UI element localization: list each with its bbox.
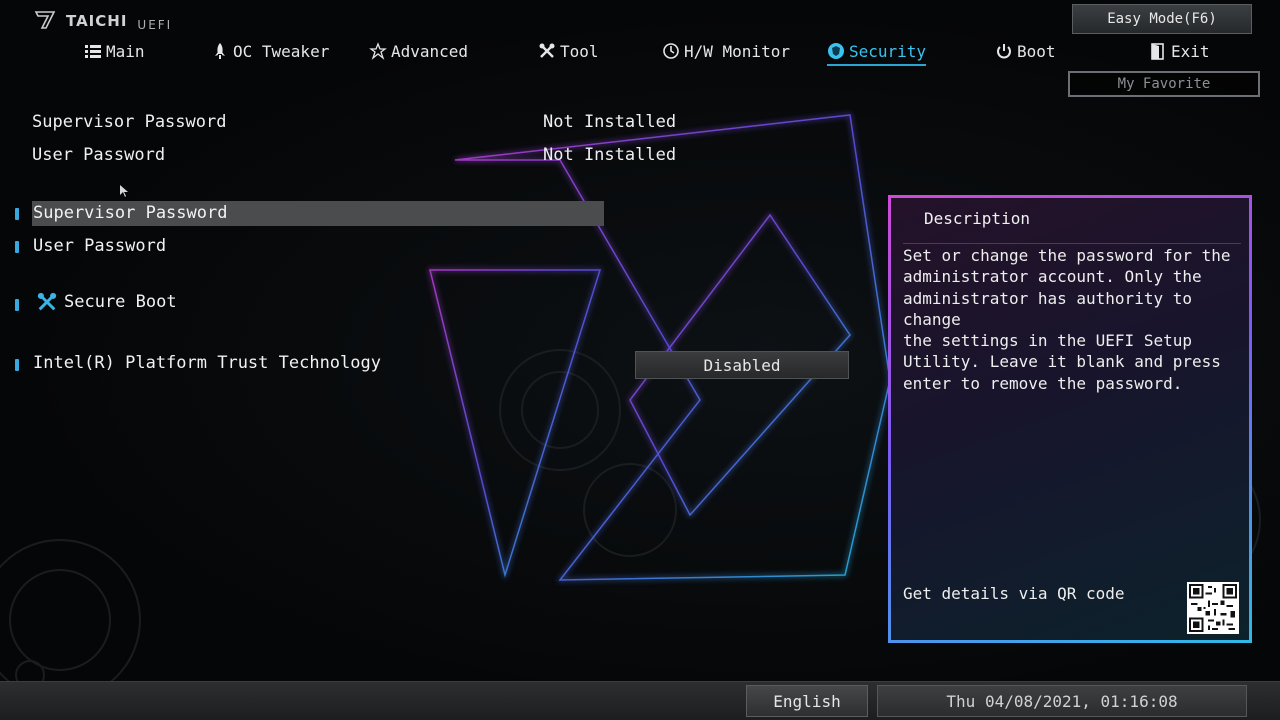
logo-subtext: UEFI xyxy=(137,18,173,32)
tab-advanced[interactable]: Advanced xyxy=(369,38,468,64)
user-password-status-value: Not Installed xyxy=(543,145,677,165)
supervisor-password-status-value: Not Installed xyxy=(543,112,677,132)
supervisor-password-item[interactable]: Supervisor Password xyxy=(33,203,227,223)
tab-hw-monitor[interactable]: H/W Monitor xyxy=(662,38,790,64)
tools-icon xyxy=(539,43,555,58)
easy-mode-button[interactable]: Easy Mode(F6) xyxy=(1072,4,1252,34)
supervisor-password-item-label: Supervisor Password xyxy=(33,203,228,223)
tab-boot-label: Boot xyxy=(1017,41,1056,61)
language-button[interactable]: English xyxy=(746,685,868,717)
power-icon xyxy=(997,44,1011,59)
item-bullet xyxy=(15,299,19,311)
datetime-display: Thu 04/08/2021, 01:16:08 xyxy=(877,685,1247,717)
logo-text: TAICHI xyxy=(66,12,128,30)
intel-ptt-item-label: Intel(R) Platform Trust Technology xyxy=(33,353,381,373)
tab-exit-label: Exit xyxy=(1171,41,1210,61)
secure-boot-item[interactable]: Secure Boot xyxy=(36,291,177,313)
tab-exit[interactable]: Exit xyxy=(1149,38,1210,64)
description-panel: Description Set or change the password f… xyxy=(888,195,1252,643)
description-text: Set or change the password for the admin… xyxy=(903,246,1231,393)
door-icon xyxy=(1151,43,1164,60)
qr-code-icon xyxy=(1187,582,1239,634)
user-password-item-label: User Password xyxy=(33,236,167,256)
tab-security-label: Security xyxy=(849,41,927,61)
qr-code-label: Get details via QR code xyxy=(903,584,1125,603)
description-title: Description xyxy=(924,209,1030,228)
my-favorite-button[interactable]: My Favorite xyxy=(1068,71,1260,97)
list-icon xyxy=(85,45,101,58)
intel-ptt-value-select[interactable]: Disabled xyxy=(635,351,849,379)
tab-boot[interactable]: Boot xyxy=(995,38,1056,64)
taichi-logo-icon xyxy=(34,11,56,29)
bios-screen: TAICHI UEFI Easy Mode(F6) My Favorite Ma… xyxy=(0,0,1280,720)
tab-main[interactable]: Main xyxy=(84,38,145,64)
item-bullet xyxy=(15,241,19,253)
tab-tool-label: Tool xyxy=(560,41,599,61)
item-bullet xyxy=(15,208,19,220)
description-divider xyxy=(903,243,1241,244)
star-icon xyxy=(369,42,387,60)
monitor-icon xyxy=(663,43,679,59)
secure-boot-item-label: Secure Boot xyxy=(64,292,177,312)
tab-oc-tweaker-label: OC Tweaker xyxy=(233,41,330,61)
tab-security[interactable]: Security xyxy=(827,38,927,66)
mouse-cursor-icon xyxy=(120,185,128,197)
supervisor-password-status-label: Supervisor Password xyxy=(32,112,227,132)
tab-tool[interactable]: Tool xyxy=(538,38,599,64)
rocket-icon xyxy=(215,43,225,59)
tab-hw-monitor-label: H/W Monitor xyxy=(684,41,790,61)
item-bullet xyxy=(15,359,19,371)
taichi-logo: TAICHI UEFI xyxy=(34,10,173,32)
tab-oc-tweaker[interactable]: OC Tweaker xyxy=(211,38,329,64)
tools-icon xyxy=(37,292,57,311)
tab-advanced-label: Advanced xyxy=(391,41,469,61)
user-password-status-label: User Password xyxy=(32,145,166,165)
tab-main-label: Main xyxy=(106,41,145,61)
intel-ptt-item[interactable]: Intel(R) Platform Trust Technology xyxy=(33,353,381,373)
shield-icon xyxy=(828,43,844,59)
user-password-item[interactable]: User Password xyxy=(33,236,166,256)
